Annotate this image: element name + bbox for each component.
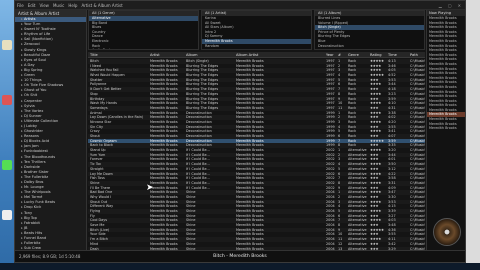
filter-item[interactable]: Random — [202, 44, 311, 49]
column-header[interactable]: Artist — [148, 52, 184, 57]
track-table-header: Title Artist Album Album Artist Year # Genre Ra… — [88, 52, 425, 58]
minimize-icon[interactable]: ▁ — [439, 3, 442, 8]
column-header[interactable]: Time — [386, 52, 408, 57]
library-stats: 2,969 files; 8.9 GB; 1d 5:10:48 — [19, 254, 81, 259]
menu-edit[interactable]: Edit — [28, 3, 36, 8]
desktop-icon[interactable] — [2, 40, 12, 50]
queue-item[interactable]: Meredith Brooks — [427, 126, 465, 131]
taskbar — [0, 263, 480, 270]
album-art — [433, 218, 461, 246]
now-playing-panel: Now Playing Meredith Brooks Meredith Broo… — [426, 10, 465, 250]
filter-panel: All (1 Genre) Alternative Big Band Blues Cou… — [88, 10, 199, 50]
mouse-cursor-icon: ➤ — [146, 183, 154, 193]
desktop-strip — [0, 0, 14, 270]
filter-panels: All (1 Genre) Alternative Big Band Blues Cou… — [88, 10, 425, 50]
track-list-area: All (1 Genre) Alternative Big Band Blues Cou… — [88, 10, 425, 250]
column-header[interactable]: Genre — [346, 52, 368, 57]
column-header[interactable]: Album Artist — [234, 52, 324, 57]
app-window: File Edit View Music Help Artist & Album… — [14, 0, 466, 263]
column-header[interactable]: Path — [408, 52, 425, 57]
column-header[interactable]: Rating — [368, 52, 386, 57]
menu-music[interactable]: Music — [53, 3, 64, 8]
screen: File Edit View Music Help Artist & Album… — [0, 0, 480, 270]
track-table-body: Bitch Meredith Brooks Bitch (Single) Meredi… — [88, 59, 425, 250]
tree-header[interactable]: Artist & Album Artist — [15, 10, 86, 17]
menu-bar: File Edit View Music Help Artist & Album… — [15, 1, 465, 10]
close-icon[interactable]: ✕ — [458, 3, 461, 8]
filter-panel: All (1 Album) Blurred Lines Volume I (Ripp… — [314, 10, 425, 50]
filter-item[interactable]: Audio Book — [89, 48, 198, 49]
tree-items: ArtistsYour TurnSweet N' ToothsieRhythm … — [15, 17, 86, 250]
view-mode-selector[interactable]: Artist & Album Artist — [81, 3, 122, 8]
column-header[interactable]: Album — [184, 52, 234, 57]
now-playing-title: Bitch - Meredith Brooks — [213, 254, 267, 259]
now-playing-list: Meredith Brooks Meredith Brooks Meredith B… — [427, 16, 465, 131]
desktop-icon[interactable] — [2, 210, 12, 220]
column-header[interactable]: # — [336, 52, 346, 57]
filter-item[interactable]: Deconstruction — [315, 44, 424, 49]
menu-view[interactable]: View — [39, 3, 49, 8]
library-tree: Artist & Album Artist ArtistsYour TurnSw… — [15, 10, 87, 250]
column-header[interactable]: Year — [324, 52, 336, 57]
status-bar: 2,969 files; 8.9 GB; 1d 5:10:48 Bitch - … — [15, 250, 465, 262]
desktop-icon[interactable] — [2, 95, 12, 105]
filter-panel: All (1 Artist) Karina All Sweet All Stars (… — [201, 10, 312, 50]
window-controls: ▁ ▢ ✕ — [439, 3, 465, 8]
menu-file[interactable]: File — [17, 3, 24, 8]
column-header[interactable]: Title — [88, 52, 148, 57]
maximize-icon[interactable]: ▢ — [448, 3, 452, 8]
menu-help[interactable]: Help — [68, 3, 77, 8]
workspace: Artist & Album Artist ArtistsYour TurnSw… — [15, 10, 465, 250]
desktop-icon[interactable] — [2, 160, 12, 170]
